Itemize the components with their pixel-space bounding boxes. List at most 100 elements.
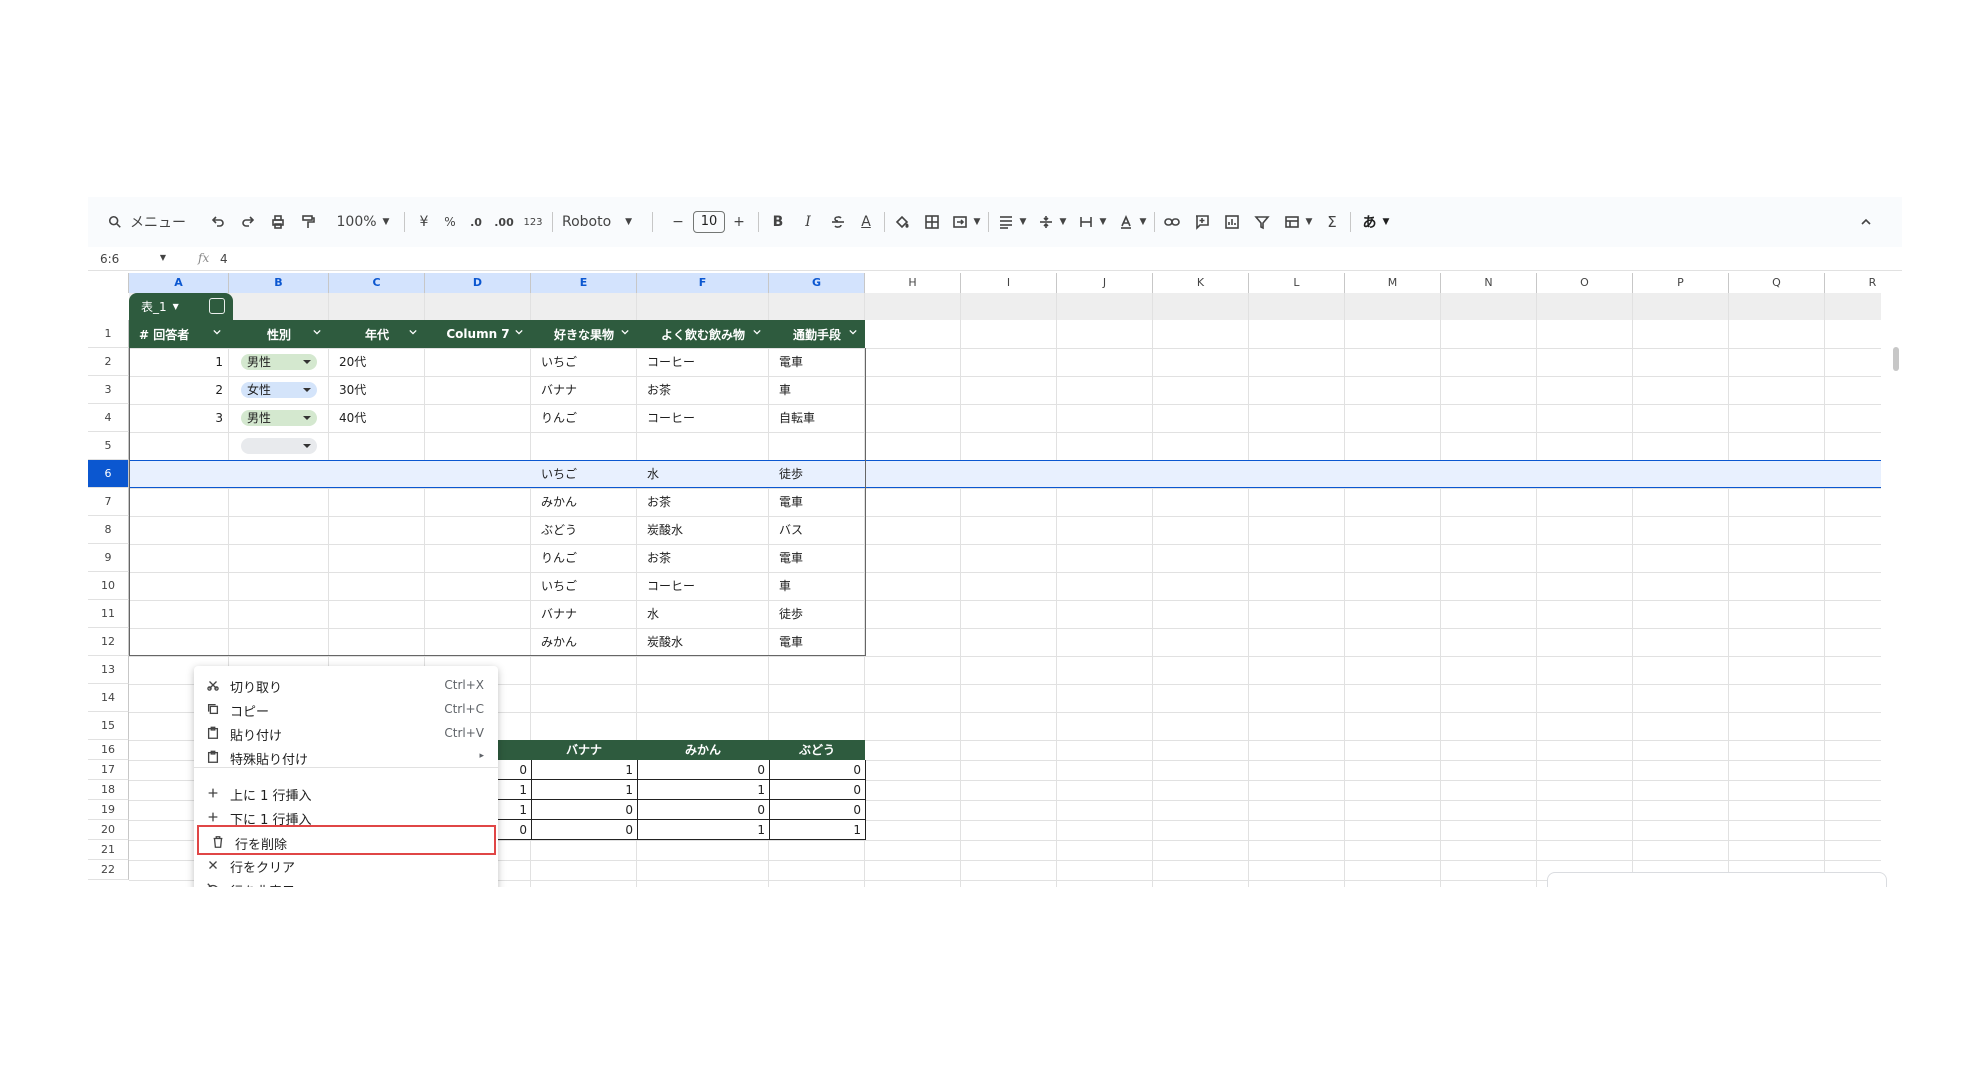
table-column-header[interactable]: 年代	[329, 320, 425, 348]
insert-link-button[interactable]	[1160, 197, 1184, 247]
row-header[interactable]: 9	[88, 544, 129, 572]
column-header-m[interactable]: M	[1345, 273, 1441, 293]
row-header[interactable]: 20	[88, 820, 129, 840]
chevron-down-icon[interactable]	[313, 328, 321, 336]
horizontal-align-button[interactable]: ▼	[994, 197, 1030, 247]
column-header-e[interactable]: E	[531, 273, 637, 293]
row-header[interactable]: 15	[88, 712, 129, 740]
hide-menus-button[interactable]	[1854, 197, 1878, 247]
italic-button[interactable]: I	[796, 197, 820, 247]
font-size-increase-button[interactable]: +	[729, 197, 749, 247]
column-header-i[interactable]: I	[961, 273, 1057, 293]
vertical-align-button[interactable]: ▼	[1034, 197, 1070, 247]
column-header-j[interactable]: J	[1057, 273, 1153, 293]
column-header-f[interactable]: F	[637, 273, 769, 293]
column-header-a[interactable]: A	[129, 273, 229, 293]
pivot-cell[interactable]: 1	[769, 820, 866, 840]
decrease-decimal-button[interactable]: .0	[464, 197, 488, 247]
number-format-button[interactable]: 123	[520, 197, 546, 247]
row-header[interactable]: 6	[88, 460, 129, 488]
chevron-down-icon[interactable]	[409, 328, 417, 336]
row-header[interactable]: 14	[88, 684, 129, 712]
column-header-g[interactable]: G	[769, 273, 865, 293]
row-header[interactable]: 21	[88, 840, 129, 860]
row-header[interactable]: 16	[88, 740, 129, 760]
insert-comment-button[interactable]	[1190, 197, 1214, 247]
name-box[interactable]: 6:6 ▼	[100, 252, 166, 266]
row-header[interactable]: 17	[88, 760, 129, 780]
strikethrough-button[interactable]	[826, 197, 850, 247]
column-header-r[interactable]: R	[1825, 273, 1902, 293]
paint-format-button[interactable]	[296, 197, 320, 247]
formula-input[interactable]: 4	[220, 252, 228, 266]
pivot-cell[interactable]: 1	[531, 760, 638, 780]
row-header[interactable]: 10	[88, 572, 129, 600]
column-header-b[interactable]: B	[229, 273, 329, 293]
chevron-down-icon[interactable]	[515, 328, 523, 336]
pivot-cell[interactable]: 0	[531, 820, 638, 840]
font-size-input[interactable]: 10	[693, 211, 725, 233]
pivot-cell[interactable]: 1	[531, 780, 638, 800]
chevron-down-icon[interactable]	[621, 328, 629, 336]
pivot-cell[interactable]: 1	[637, 780, 770, 800]
column-header-k[interactable]: K	[1153, 273, 1249, 293]
pivot-cell[interactable]: 0	[531, 800, 638, 820]
chevron-down-icon[interactable]	[753, 328, 761, 336]
column-header-d[interactable]: D	[425, 273, 531, 293]
font-size-decrease-button[interactable]: −	[668, 197, 688, 247]
row-header[interactable]: 3	[88, 376, 129, 404]
row-header[interactable]: 4	[88, 404, 129, 432]
pivot-cell[interactable]: 0	[637, 800, 770, 820]
row-header[interactable]: 7	[88, 488, 129, 516]
row-header[interactable]: 13	[88, 656, 129, 684]
pivot-cell[interactable]: 1	[637, 820, 770, 840]
column-header-p[interactable]: P	[1633, 273, 1729, 293]
row-header[interactable]: 5	[88, 432, 129, 460]
input-tools-button[interactable]: あ ▼	[1356, 197, 1396, 247]
pivot-column-header[interactable]: ぶどう	[769, 740, 865, 760]
row-header[interactable]: 12	[88, 628, 129, 656]
select-all-corner[interactable]	[88, 273, 129, 293]
borders-button[interactable]	[920, 197, 944, 247]
row-header[interactable]: 11	[88, 600, 129, 628]
table-column-header[interactable]: 性別	[229, 320, 329, 348]
column-header-q[interactable]: Q	[1729, 273, 1825, 293]
table-name-tab[interactable]: 表_1 ▼	[129, 293, 233, 320]
column-header-n[interactable]: N	[1441, 273, 1537, 293]
row-header[interactable]: 19	[88, 800, 129, 820]
table-settings-icon[interactable]	[209, 298, 225, 314]
pivot-column-header[interactable]: みかん	[637, 740, 769, 760]
text-rotation-button[interactable]: ▼	[1114, 197, 1150, 247]
merge-cells-button[interactable]: ▼	[948, 197, 984, 247]
column-header-l[interactable]: L	[1249, 273, 1345, 293]
filter-views-button[interactable]: ▼	[1280, 197, 1316, 247]
create-filter-button[interactable]	[1250, 197, 1274, 247]
menu-search[interactable]: メニュー	[108, 208, 198, 236]
row-header[interactable]: 8	[88, 516, 129, 544]
row-header[interactable]: 2	[88, 348, 129, 376]
font-select[interactable]: Roboto ▼	[562, 197, 642, 247]
row-header[interactable]: 1	[88, 320, 129, 348]
pivot-cell[interactable]: 0	[769, 780, 866, 800]
undo-button[interactable]	[206, 197, 230, 247]
pivot-cell[interactable]: 0	[769, 760, 866, 780]
column-header-c[interactable]: C	[329, 273, 425, 293]
hide-row-menu-item[interactable]: 行を非表示	[194, 874, 498, 887]
chevron-down-icon[interactable]	[849, 328, 857, 336]
table-column-header[interactable]: # 回答者	[129, 320, 229, 348]
print-button[interactable]	[266, 197, 290, 247]
increase-decimal-button[interactable]: .00	[490, 197, 518, 247]
pivot-column-header[interactable]: バナナ	[531, 740, 637, 760]
row-header[interactable]: 22	[88, 860, 129, 880]
table-column-header[interactable]: Column 7	[425, 320, 531, 348]
text-color-button[interactable]: A	[854, 197, 878, 247]
bold-button[interactable]: B	[766, 197, 790, 247]
insert-chart-button[interactable]	[1220, 197, 1244, 247]
functions-button[interactable]: Σ	[1320, 197, 1344, 247]
pivot-cell[interactable]: 0	[637, 760, 770, 780]
redo-button[interactable]	[236, 197, 260, 247]
table-column-header[interactable]: 通勤手段	[769, 320, 865, 348]
explore-panel[interactable]	[1547, 872, 1887, 887]
pivot-cell[interactable]: 0	[769, 800, 866, 820]
column-header-h[interactable]: H	[865, 273, 961, 293]
